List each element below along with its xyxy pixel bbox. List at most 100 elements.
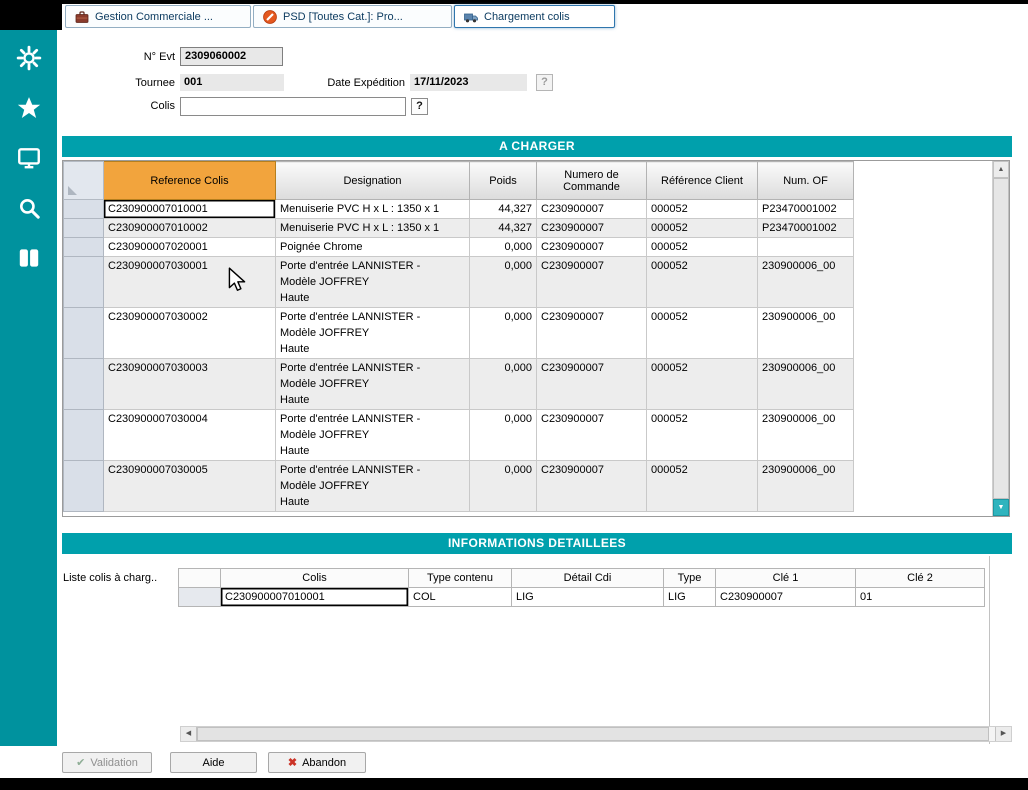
column-header-colis[interactable]: Colis <box>221 569 409 588</box>
column-header-reference-client[interactable]: Référence Client <box>647 162 758 200</box>
table-row[interactable]: C230900007010001Menuiserie PVC H x L : 1… <box>64 200 992 219</box>
column-header-numero-commande[interactable]: Numero de Commande <box>537 162 647 200</box>
row-selector-cell[interactable] <box>64 238 104 257</box>
sidebar-favorites-button[interactable] <box>0 84 57 134</box>
row-selector-cell[interactable] <box>64 308 104 359</box>
abandon-button[interactable]: ✖ Abandon <box>268 752 366 773</box>
table-cell[interactable]: P23470001002 <box>758 200 854 219</box>
table-cell[interactable]: 0,000 <box>470 308 537 359</box>
column-header-detail-cdi[interactable]: Détail Cdi <box>512 569 664 588</box>
table-cell[interactable]: C230900007030005 <box>104 461 276 512</box>
horizontal-scrollbar[interactable]: ◀ ▶ <box>180 726 1012 742</box>
n-evt-value[interactable]: 2309060002 <box>180 47 283 66</box>
table-cell[interactable]: Menuiserie PVC H x L : 1350 x 1 <box>276 200 470 219</box>
table-row[interactable]: C230900007030004Porte d'entrée LANNISTER… <box>64 410 992 461</box>
table-cell[interactable]: 230900006_00 <box>758 410 854 461</box>
table-cell[interactable]: 000052 <box>647 257 758 308</box>
date-help-button[interactable]: ? <box>536 74 553 91</box>
table-cell[interactable]: C230900007030004 <box>104 410 276 461</box>
table-cell[interactable]: C230900007 <box>537 359 647 410</box>
column-header-designation[interactable]: Designation <box>276 162 470 200</box>
row-selector-cell[interactable] <box>64 257 104 308</box>
details-corner-cell[interactable] <box>179 569 221 588</box>
colis-input[interactable] <box>180 97 406 116</box>
table-cell[interactable]: 230900006_00 <box>758 308 854 359</box>
table-cell[interactable] <box>758 238 854 257</box>
column-header-type[interactable]: Type <box>664 569 716 588</box>
column-header-reference-colis[interactable]: Reference Colis <box>104 162 276 200</box>
column-header-num-of[interactable]: Num. OF <box>758 162 854 200</box>
table-cell[interactable]: Menuiserie PVC H x L : 1350 x 1 <box>276 219 470 238</box>
date-expedition-value[interactable]: 17/11/2023 <box>410 74 527 91</box>
column-header-cle-2[interactable]: Clé 2 <box>856 569 985 588</box>
table-row[interactable]: C230900007030002Porte d'entrée LANNISTER… <box>64 308 992 359</box>
table-cell[interactable]: C230900007020001 <box>104 238 276 257</box>
sidebar-search-button[interactable] <box>0 184 57 234</box>
table-cell[interactable]: 000052 <box>647 410 758 461</box>
tab-gestion-commerciale[interactable]: Gestion Commerciale ... <box>65 5 251 28</box>
table-cell[interactable]: C230900007010002 <box>104 219 276 238</box>
scroll-down-button[interactable]: ▼ <box>993 499 1009 516</box>
table-row[interactable]: C230900007030001Porte d'entrée LANNISTER… <box>64 257 992 308</box>
row-selector-cell[interactable] <box>64 461 104 512</box>
table-cell[interactable]: Porte d'entrée LANNISTER - Modèle JOFFRE… <box>276 359 470 410</box>
table-cell[interactable]: COL <box>409 588 512 607</box>
table-cell[interactable]: C230900007030003 <box>104 359 276 410</box>
table-cell[interactable]: 44,327 <box>470 219 537 238</box>
row-selector-cell[interactable] <box>64 410 104 461</box>
table-cell[interactable]: 000052 <box>647 219 758 238</box>
scroll-left-button[interactable]: ◀ <box>181 727 197 741</box>
corner-selector-cell[interactable] <box>64 162 104 200</box>
row-selector-cell[interactable] <box>64 359 104 410</box>
scroll-right-button[interactable]: ▶ <box>995 727 1011 741</box>
table-cell[interactable]: 0,000 <box>470 238 537 257</box>
table-cell[interactable]: Porte d'entrée LANNISTER - Modèle JOFFRE… <box>276 410 470 461</box>
column-header-type-contenu[interactable]: Type contenu <box>409 569 512 588</box>
scroll-up-button[interactable]: ▲ <box>993 161 1009 178</box>
table-cell[interactable]: 230900006_00 <box>758 257 854 308</box>
table-row[interactable]: C230900007010001COLLIGLIGC23090000701 <box>179 588 985 607</box>
table-cell[interactable]: 000052 <box>647 359 758 410</box>
horizontal-scrollbar-thumb[interactable] <box>197 727 989 741</box>
table-cell[interactable]: 230900006_00 <box>758 359 854 410</box>
table-row[interactable]: C230900007010002Menuiserie PVC H x L : 1… <box>64 219 992 238</box>
table-cell[interactable]: C230900007030002 <box>104 308 276 359</box>
table-cell[interactable]: 0,000 <box>470 257 537 308</box>
table-cell[interactable]: Poignée Chrome <box>276 238 470 257</box>
table-row[interactable]: C230900007020001Poignée Chrome0,000C2309… <box>64 238 992 257</box>
table-cell[interactable]: 0,000 <box>470 461 537 512</box>
tournee-value[interactable]: 001 <box>180 74 284 91</box>
table-cell[interactable]: Porte d'entrée LANNISTER - Modèle JOFFRE… <box>276 308 470 359</box>
row-selector-cell[interactable] <box>64 200 104 219</box>
table-cell[interactable]: 0,000 <box>470 410 537 461</box>
table-cell[interactable]: 230900006_00 <box>758 461 854 512</box>
table-cell[interactable]: C230900007010001 <box>221 588 409 607</box>
sidebar-monitor-button[interactable] <box>0 134 57 184</box>
tab-chargement-colis[interactable]: Chargement colis <box>454 5 615 28</box>
table-cell[interactable]: C230900007 <box>537 257 647 308</box>
table-cell[interactable]: 44,327 <box>470 200 537 219</box>
table-row[interactable]: C230900007030005Porte d'entrée LANNISTER… <box>64 461 992 512</box>
table-cell[interactable]: LIG <box>664 588 716 607</box>
table-row[interactable]: C230900007030003Porte d'entrée LANNISTER… <box>64 359 992 410</box>
column-header-cle-1[interactable]: Clé 1 <box>716 569 856 588</box>
column-header-poids[interactable]: Poids <box>470 162 537 200</box>
aide-button[interactable]: Aide <box>170 752 257 773</box>
table-cell[interactable]: C230900007 <box>537 238 647 257</box>
table-cell[interactable]: C230900007 <box>537 219 647 238</box>
table-cell[interactable]: 01 <box>856 588 985 607</box>
table-cell[interactable]: C230900007010001 <box>104 200 276 219</box>
table-cell[interactable]: C230900007 <box>537 410 647 461</box>
row-selector-cell[interactable] <box>64 219 104 238</box>
sidebar-modules-button[interactable] <box>0 234 57 284</box>
colis-help-button[interactable]: ? <box>411 98 428 115</box>
table-cell[interactable]: C230900007 <box>537 308 647 359</box>
table-cell[interactable]: 000052 <box>647 308 758 359</box>
table-cell[interactable]: 000052 <box>647 200 758 219</box>
vertical-scrollbar-thumb[interactable] <box>993 178 1009 499</box>
table-cell[interactable]: 000052 <box>647 238 758 257</box>
table-cell[interactable]: Porte d'entrée LANNISTER - Modèle JOFFRE… <box>276 461 470 512</box>
table-cell[interactable]: LIG <box>512 588 664 607</box>
vertical-scrollbar[interactable]: ▲ ▼ <box>992 161 1009 516</box>
table-cell[interactable]: C230900007 <box>716 588 856 607</box>
